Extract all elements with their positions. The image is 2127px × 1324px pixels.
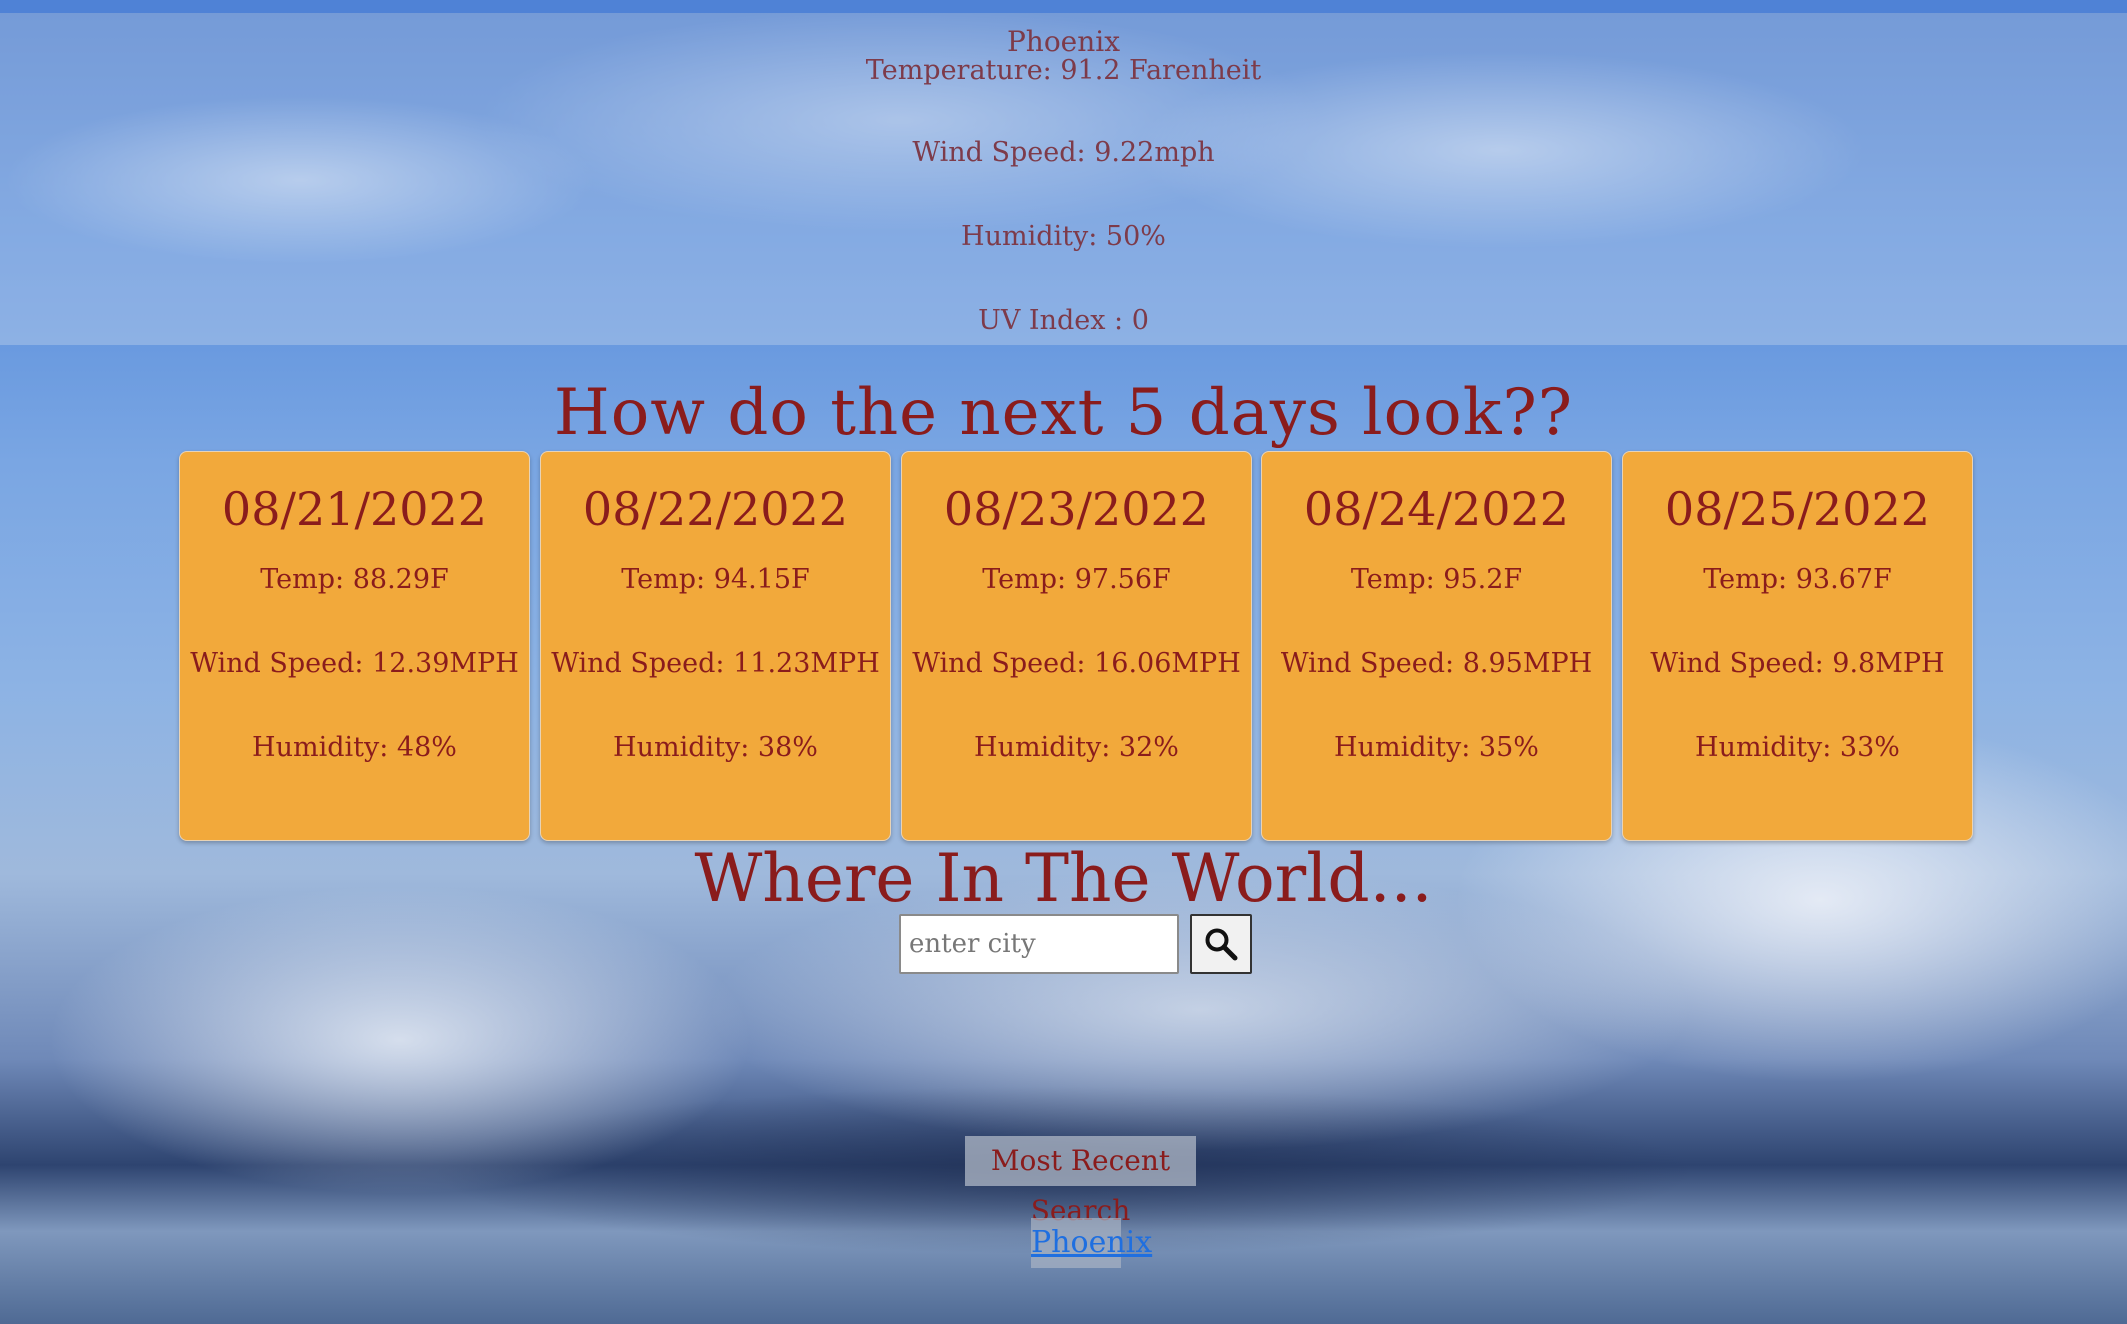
forecast-cards: 08/21/2022 Temp: 88.29F Wind Speed: 12.3… bbox=[179, 451, 1973, 841]
forecast-wind: Wind Speed: 8.95MPH bbox=[1280, 648, 1593, 679]
forecast-card: 08/24/2022 Temp: 95.2F Wind Speed: 8.95M… bbox=[1261, 451, 1612, 841]
forecast-card: 08/21/2022 Temp: 88.29F Wind Speed: 12.3… bbox=[179, 451, 530, 841]
forecast-wind: Wind Speed: 16.06MPH bbox=[912, 648, 1241, 679]
forecast-date: 08/22/2022 bbox=[582, 482, 849, 536]
forecast-humidity: Humidity: 38% bbox=[613, 732, 818, 763]
forecast-humidity: Humidity: 32% bbox=[974, 732, 1179, 763]
forecast-date: 08/24/2022 bbox=[1303, 482, 1570, 536]
forecast-date: 08/23/2022 bbox=[943, 482, 1210, 536]
top-strip bbox=[0, 0, 2127, 13]
search-button[interactable] bbox=[1190, 914, 1252, 974]
forecast-wind: Wind Speed: 9.8MPH bbox=[1650, 648, 1945, 679]
recent-search-item-phoenix[interactable]: Phoenix bbox=[1031, 1218, 1152, 1268]
recent-search-label: Most Recent Search bbox=[965, 1136, 1196, 1227]
city-search-input[interactable] bbox=[899, 914, 1179, 974]
current-wind-speed: Wind Speed: 9.22mph bbox=[912, 137, 1215, 168]
current-city: Phoenix bbox=[1006, 25, 1121, 58]
forecast-card: 08/23/2022 Temp: 97.56F Wind Speed: 16.0… bbox=[901, 451, 1252, 841]
current-humidity: Humidity: 50% bbox=[961, 221, 1166, 252]
search-icon bbox=[1204, 927, 1238, 961]
forecast-temp: Temp: 88.29F bbox=[260, 564, 449, 595]
forecast-temp: Temp: 97.56F bbox=[982, 564, 1171, 595]
forecast-title: How do the next 5 days look?? bbox=[553, 376, 1574, 450]
forecast-wind: Wind Speed: 12.39MPH bbox=[190, 648, 519, 679]
forecast-temp: Temp: 95.2F bbox=[1350, 564, 1523, 595]
current-weather-panel: Phoenix Temperature: 91.2 Farenheit Wind… bbox=[0, 13, 2127, 345]
forecast-date: 08/25/2022 bbox=[1664, 482, 1931, 536]
forecast-temp: Temp: 94.15F bbox=[621, 564, 810, 595]
forecast-temp: Temp: 93.67F bbox=[1703, 564, 1892, 595]
forecast-date: 08/21/2022 bbox=[221, 482, 488, 536]
search-title: Where In The World... bbox=[694, 840, 1433, 917]
forecast-wind: Wind Speed: 11.23MPH bbox=[551, 648, 880, 679]
current-uv-index: UV Index : 0 bbox=[978, 305, 1149, 336]
forecast-humidity: Humidity: 33% bbox=[1695, 732, 1900, 763]
forecast-humidity: Humidity: 48% bbox=[252, 732, 457, 763]
forecast-card: 08/25/2022 Temp: 93.67F Wind Speed: 9.8M… bbox=[1622, 451, 1973, 841]
current-temperature: Temperature: 91.2 Farenheit bbox=[865, 55, 1262, 86]
forecast-humidity: Humidity: 35% bbox=[1334, 732, 1539, 763]
forecast-card: 08/22/2022 Temp: 94.15F Wind Speed: 11.2… bbox=[540, 451, 891, 841]
